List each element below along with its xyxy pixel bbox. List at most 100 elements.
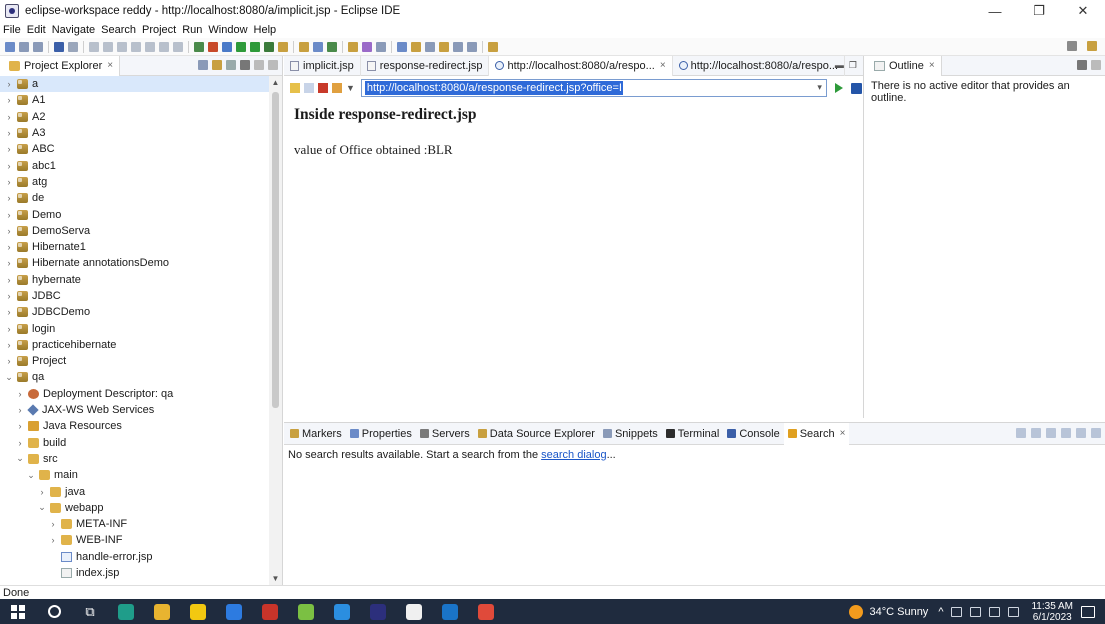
tree-item[interactable]: ⌄ src — [0, 451, 270, 467]
editor-tab[interactable]: implicit.jsp — [284, 55, 361, 76]
tree-item[interactable]: › JDBCDemo — [0, 304, 270, 320]
chevron-right-icon[interactable]: › — [4, 95, 14, 105]
chevron-right-icon[interactable]: › — [4, 112, 14, 122]
chevron-right-icon[interactable]: › — [4, 307, 14, 317]
suspend-icon[interactable] — [103, 41, 113, 52]
taskbar-app-button[interactable] — [108, 599, 144, 624]
chevron-down-icon[interactable]: ⌄ — [4, 372, 14, 383]
view-menu-icon[interactable] — [1076, 428, 1086, 438]
taskbar-app-button[interactable] — [180, 599, 216, 624]
maximize-editor-icon[interactable]: ❐ — [849, 60, 857, 71]
stop-icon[interactable] — [318, 83, 328, 93]
chevron-right-icon[interactable]: › — [4, 210, 14, 220]
maximize-view-icon[interactable] — [268, 60, 278, 70]
taskbar-app-button[interactable] — [432, 599, 468, 624]
project-explorer-scrollbar[interactable]: ▲ ▼ — [269, 76, 282, 585]
next-annotation-icon[interactable] — [411, 41, 421, 52]
tree-item[interactable]: › WEB-INF — [0, 532, 270, 548]
perspective-icon[interactable] — [1087, 41, 1097, 51]
chevron-right-icon[interactable]: › — [4, 356, 14, 366]
show-hidden-icons-icon[interactable]: ^ — [938, 606, 943, 618]
scrollbar-thumb[interactable] — [272, 92, 279, 408]
tree-item[interactable]: › Deployment Descriptor: qa — [0, 386, 270, 402]
run-dropdown-icon[interactable] — [250, 41, 260, 52]
menu-help[interactable]: Help — [254, 24, 277, 36]
scroll-down-icon[interactable]: ▼ — [269, 574, 282, 583]
view-menu-icon[interactable] — [240, 60, 250, 70]
url-history-icon[interactable]: ▾ — [817, 82, 822, 93]
pin-editor-icon[interactable] — [488, 41, 498, 52]
new-class-icon[interactable] — [327, 41, 337, 52]
forward-icon[interactable] — [304, 83, 314, 93]
forward-icon[interactable] — [467, 41, 477, 52]
tree-item[interactable]: › Demo — [0, 206, 270, 222]
taskbar-app-button[interactable] — [216, 599, 252, 624]
step-return-icon[interactable] — [173, 41, 183, 52]
menu-search[interactable]: Search — [101, 24, 136, 36]
network-icon[interactable] — [951, 606, 963, 617]
menu-window[interactable]: Window — [208, 24, 247, 36]
tree-item[interactable]: › login — [0, 320, 270, 336]
back-icon[interactable] — [453, 41, 463, 52]
annotation-icon[interactable] — [397, 41, 407, 52]
tree-item[interactable]: › META-INF — [0, 516, 270, 532]
disconnect-icon[interactable] — [131, 41, 141, 52]
chevron-right-icon[interactable]: › — [48, 535, 58, 545]
tree-item[interactable]: › Java Resources — [0, 418, 270, 434]
db-icon[interactable] — [208, 41, 218, 52]
pin-view-icon[interactable] — [1061, 428, 1071, 438]
chevron-right-icon[interactable]: › — [4, 324, 14, 334]
previous-match-icon[interactable] — [1031, 428, 1041, 438]
tree-item[interactable]: › atg — [0, 174, 270, 190]
prev-annotation-icon[interactable] — [425, 41, 435, 52]
close-icon[interactable]: × — [840, 428, 846, 439]
menu-run[interactable]: Run — [182, 24, 202, 36]
menu-edit[interactable]: Edit — [27, 24, 46, 36]
tab-project-explorer[interactable]: Project Explorer × — [0, 55, 121, 76]
chevron-down-icon[interactable]: ⌄ — [26, 470, 36, 481]
resume-icon[interactable] — [89, 41, 99, 52]
tree-item[interactable]: › java — [0, 483, 270, 499]
chevron-down-icon[interactable]: ⌄ — [37, 502, 47, 513]
open-task-icon[interactable] — [362, 41, 372, 52]
tree-item[interactable]: ⌄ webapp — [0, 500, 270, 516]
save-icon[interactable] — [19, 41, 29, 52]
step-over-icon[interactable] — [159, 41, 169, 52]
collapse-all-icon[interactable] — [198, 60, 208, 70]
external-tools-icon[interactable] — [278, 41, 288, 52]
chevron-right-icon[interactable]: › — [37, 487, 47, 497]
tree-item[interactable]: › a — [0, 76, 270, 93]
chevron-right-icon[interactable]: › — [48, 519, 58, 529]
editor-tab[interactable]: response-redirect.jsp — [361, 55, 490, 76]
tree-item[interactable]: ⌄ main — [0, 467, 270, 483]
browser-menu-icon[interactable]: ▼ — [346, 83, 355, 93]
tree-item[interactable]: › A1 — [0, 92, 270, 108]
tab-data-source-explorer[interactable]: Data Source Explorer — [474, 423, 599, 445]
chevron-right-icon[interactable]: › — [4, 79, 14, 89]
new-package-icon[interactable] — [313, 41, 323, 52]
menu-file[interactable]: File — [3, 24, 21, 36]
url-bar[interactable]: ▾ — [360, 79, 827, 97]
clock[interactable]: 11:35 AM 6/1/2023 — [1031, 601, 1073, 623]
chevron-right-icon[interactable]: › — [4, 340, 14, 350]
taskbar-app-button[interactable] — [360, 599, 396, 624]
tab-properties[interactable]: Properties — [346, 423, 416, 445]
tree-item[interactable]: › ABC — [0, 141, 270, 157]
minimize-view-icon[interactable] — [254, 60, 264, 70]
skip-breakpoints-icon[interactable] — [68, 41, 78, 52]
scroll-up-icon[interactable]: ▲ — [269, 78, 282, 87]
taskbar-app-button[interactable] — [288, 599, 324, 624]
back-icon[interactable] — [290, 83, 300, 93]
filter-icon[interactable] — [226, 60, 236, 70]
close-icon[interactable]: × — [107, 60, 113, 71]
next-match-icon[interactable] — [1016, 428, 1026, 438]
tab-console[interactable]: Console — [723, 423, 783, 445]
tab-outline[interactable]: Outline × — [865, 55, 942, 76]
taskbar-app-button[interactable] — [144, 599, 180, 624]
taskbar-app-button[interactable] — [252, 599, 288, 624]
link-editor-icon[interactable] — [212, 60, 222, 70]
minimize-view-icon[interactable] — [1091, 428, 1101, 438]
open-type-icon[interactable] — [348, 41, 358, 52]
display-icon[interactable] — [989, 606, 1001, 617]
chevron-right-icon[interactable]: › — [15, 421, 25, 431]
